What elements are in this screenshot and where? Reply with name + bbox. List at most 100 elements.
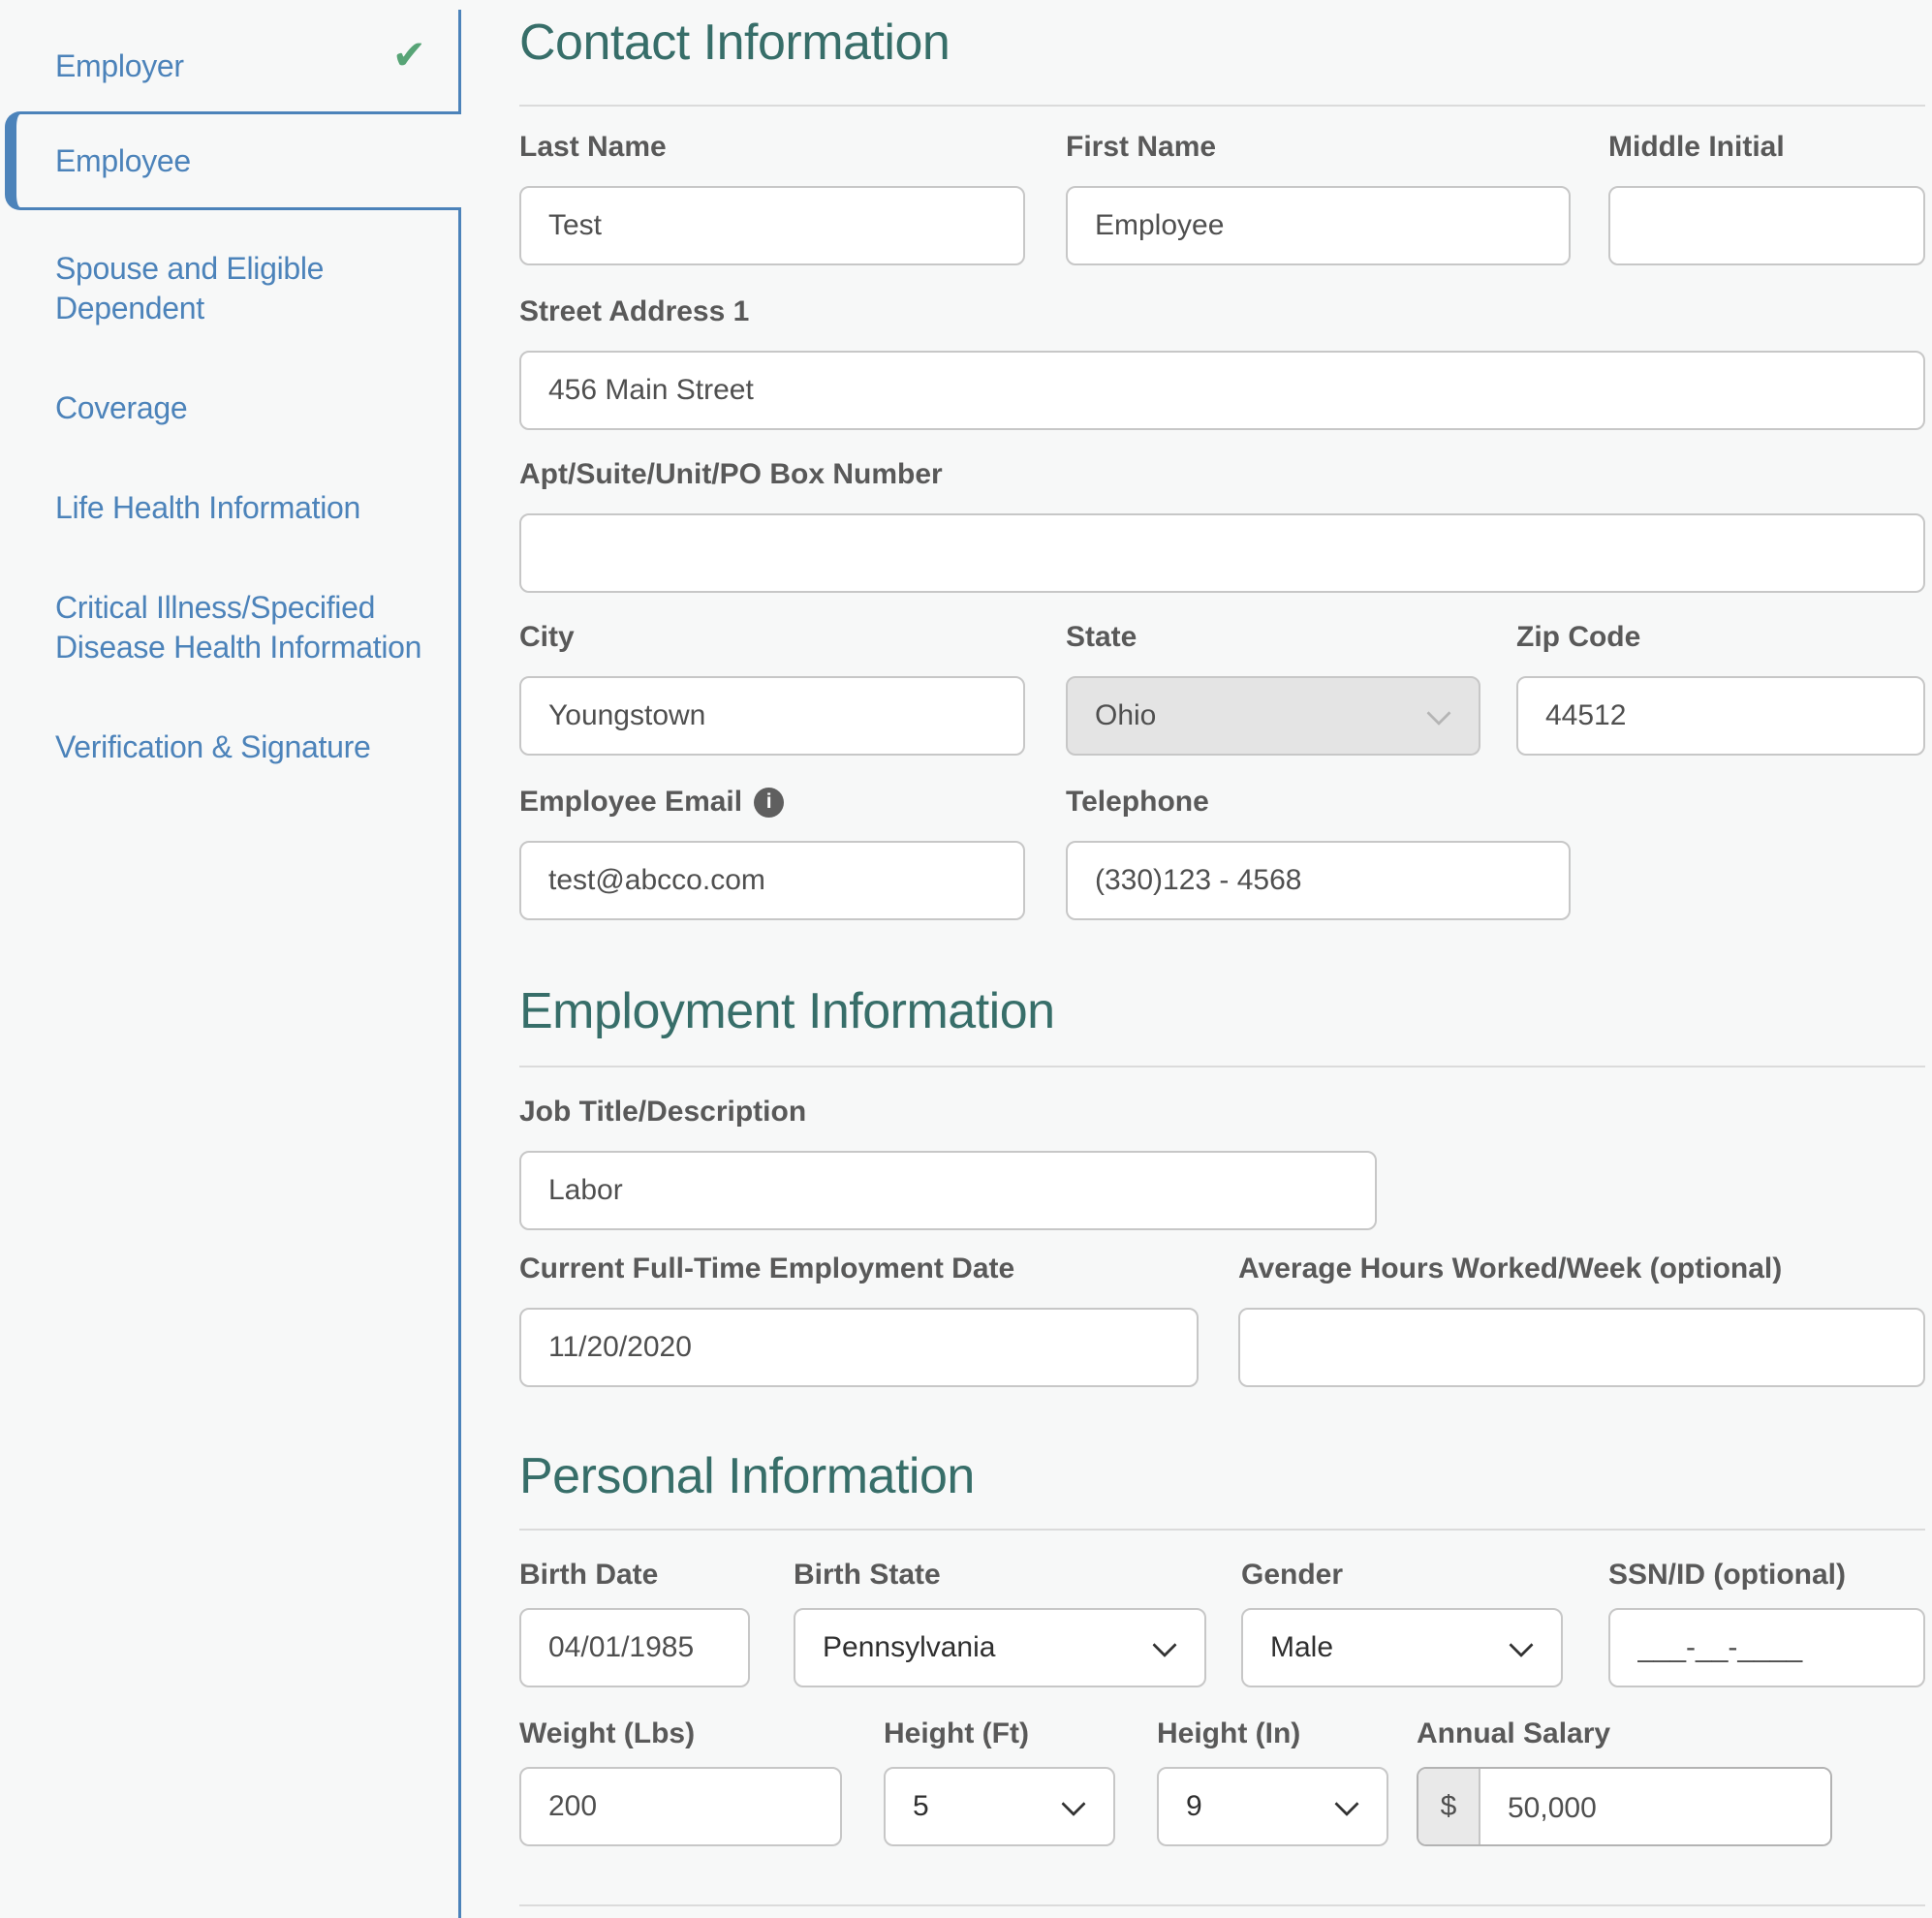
weight-input[interactable] (519, 1767, 842, 1846)
middle-initial-label: Middle Initial (1608, 130, 1925, 165)
section-title-contact: Contact Information (519, 15, 1925, 70)
sidebar-border-bottom-segment (458, 210, 461, 1918)
birth-date-label: Birth Date (519, 1558, 750, 1593)
field-city: City (519, 620, 1025, 756)
height-ft-select[interactable]: 5 (884, 1767, 1115, 1846)
sidebar-item-life-health[interactable]: Life Health Information (55, 488, 445, 528)
chevron-down-icon (1509, 1633, 1533, 1657)
field-last-name: Last Name (519, 130, 1025, 265)
employment-date-row: Current Full-Time Employment Date Averag… (519, 1252, 1925, 1387)
first-name-label: First Name (1066, 130, 1571, 165)
section-divider (519, 1904, 1925, 1906)
field-height-ft: Height (Ft) 5 (884, 1717, 1115, 1846)
field-birth-state: Birth State Pennsylvania (794, 1558, 1206, 1687)
section-title-personal: Personal Information (519, 1449, 1925, 1503)
field-middle-initial: Middle Initial (1608, 130, 1925, 265)
last-name-label: Last Name (519, 130, 1025, 165)
chevron-down-icon (1426, 701, 1450, 726)
field-apt-suite: Apt/Suite/Unit/PO Box Number (519, 457, 1925, 593)
email-phone-row: Employee Email i Telephone (519, 785, 1925, 920)
field-job-title: Job Title/Description (519, 1095, 1377, 1230)
street-address-label: Street Address 1 (519, 294, 1925, 329)
height-ft-label: Height (Ft) (884, 1717, 1115, 1751)
city-label: City (519, 620, 1025, 655)
field-average-hours: Average Hours Worked/Week (optional) (1238, 1252, 1925, 1387)
job-title-label: Job Title/Description (519, 1095, 1377, 1129)
employment-date-label: Current Full-Time Employment Date (519, 1252, 1199, 1286)
street-row: Street Address 1 (519, 294, 1925, 430)
gender-label: Gender (1241, 1558, 1563, 1593)
sidebar-item-employee[interactable]: Employee (5, 111, 461, 210)
city-input[interactable] (519, 676, 1025, 756)
annual-salary-control: $ (1417, 1767, 1832, 1846)
gender-select[interactable]: Male (1241, 1608, 1563, 1687)
chevron-down-icon (1334, 1792, 1358, 1816)
employee-email-label: Employee Email i (519, 785, 1025, 820)
field-employment-date: Current Full-Time Employment Date (519, 1252, 1199, 1387)
zip-code-label: Zip Code (1516, 620, 1925, 655)
average-hours-label: Average Hours Worked/Week (optional) (1238, 1252, 1925, 1286)
section-divider (519, 1529, 1925, 1531)
zip-code-input[interactable] (1516, 676, 1925, 756)
section-divider (519, 1066, 1925, 1067)
annual-salary-input[interactable] (1480, 1769, 1830, 1846)
height-ft-select-value: 5 (913, 1790, 929, 1823)
sidebar-item-critical-illness[interactable]: Critical Illness/Specified Disease Healt… (55, 588, 445, 667)
weight-height-salary-row: Weight (Lbs) Height (Ft) 5 Height (In) 9… (519, 1717, 1925, 1846)
name-row: Last Name First Name Middle Initial (519, 130, 1925, 265)
telephone-input[interactable] (1066, 841, 1571, 920)
birth-row: Birth Date Birth State Pennsylvania Gend… (519, 1558, 1925, 1687)
sidebar-item-verification-signature[interactable]: Verification & Signature (55, 727, 445, 767)
sidebar-item-spouse-dependent[interactable]: Spouse and Eligible Dependent (55, 249, 445, 328)
last-name-input[interactable] (519, 186, 1025, 265)
field-first-name: First Name (1066, 130, 1571, 265)
field-weight: Weight (Lbs) (519, 1717, 842, 1846)
birth-state-select[interactable]: Pennsylvania (794, 1608, 1206, 1687)
employment-date-input[interactable] (519, 1308, 1199, 1387)
ssn-label: SSN/ID (optional) (1608, 1558, 1925, 1593)
birth-state-label: Birth State (794, 1558, 1206, 1593)
field-street-address: Street Address 1 (519, 294, 1925, 430)
employee-email-input[interactable] (519, 841, 1025, 920)
sidebar-item-employer[interactable]: Employer (55, 46, 385, 86)
section-title-employment: Employment Information (519, 984, 1925, 1038)
birth-date-input[interactable] (519, 1608, 750, 1687)
average-hours-input[interactable] (1238, 1308, 1925, 1387)
sidebar-border-top-segment (458, 10, 461, 111)
enrollment-form-page: Employer ✔ Employee Spouse and Eligible … (0, 0, 1932, 1918)
field-ssn: SSN/ID (optional) (1608, 1558, 1925, 1687)
middle-initial-input[interactable] (1608, 186, 1925, 265)
height-in-label: Height (In) (1157, 1717, 1388, 1751)
ssn-input[interactable] (1608, 1608, 1925, 1687)
chevron-down-icon (1061, 1792, 1085, 1816)
sidebar-item-list: Spouse and Eligible Dependent Coverage L… (55, 249, 445, 827)
first-name-input[interactable] (1066, 186, 1571, 265)
street-address-input[interactable] (519, 351, 1925, 430)
sidebar-item-employee-label: Employee (55, 143, 191, 179)
apt-suite-input[interactable] (519, 513, 1925, 593)
form-content: Contact Information Last Name First Name… (461, 0, 1932, 1918)
sidebar-item-coverage[interactable]: Coverage (55, 388, 445, 428)
field-gender: Gender Male (1241, 1558, 1563, 1687)
info-icon[interactable]: i (754, 788, 784, 818)
state-select-value: Ohio (1095, 699, 1156, 732)
job-title-row: Job Title/Description (519, 1095, 1925, 1230)
gender-select-value: Male (1270, 1631, 1333, 1664)
sidebar-nav: Employer ✔ Employee Spouse and Eligible … (0, 0, 461, 1918)
apt-suite-label: Apt/Suite/Unit/PO Box Number (519, 457, 1925, 492)
height-in-select[interactable]: 9 (1157, 1767, 1388, 1846)
annual-salary-label: Annual Salary (1417, 1717, 1832, 1751)
field-employee-email: Employee Email i (519, 785, 1025, 920)
job-title-input[interactable] (519, 1151, 1377, 1230)
city-state-zip-row: City State Ohio Zip Code (519, 620, 1925, 756)
field-birth-date: Birth Date (519, 1558, 750, 1687)
state-select-disabled: Ohio (1066, 676, 1480, 756)
dollar-prefix: $ (1418, 1769, 1480, 1844)
check-icon: ✔ (392, 35, 426, 76)
height-in-select-value: 9 (1186, 1790, 1202, 1823)
weight-label: Weight (Lbs) (519, 1717, 842, 1751)
field-telephone: Telephone (1066, 785, 1571, 920)
state-label: State (1066, 620, 1480, 655)
field-annual-salary: Annual Salary $ (1417, 1717, 1832, 1846)
field-state: State Ohio (1066, 620, 1480, 756)
